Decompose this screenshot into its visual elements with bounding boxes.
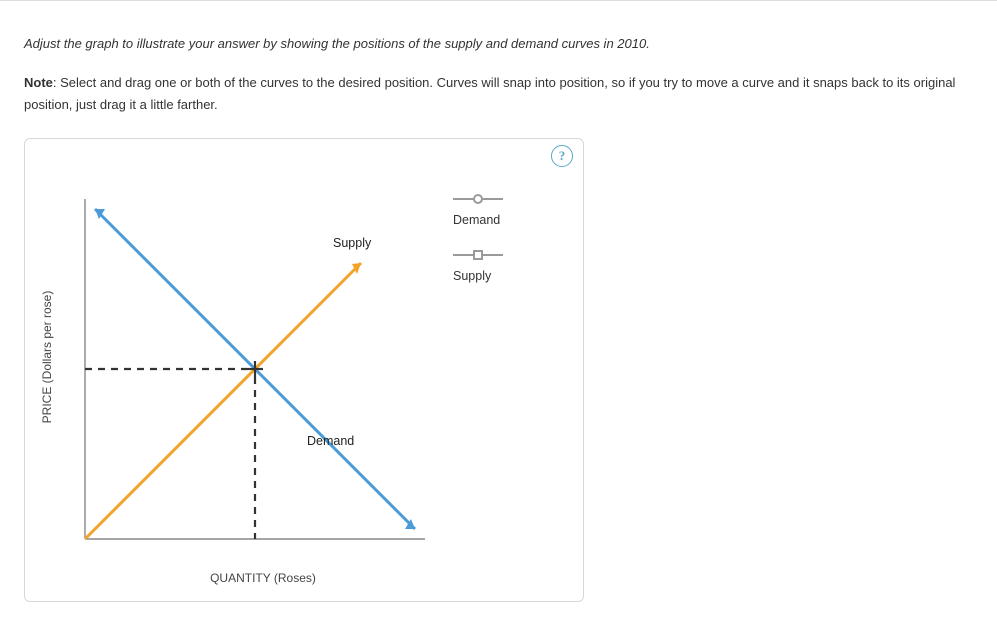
plot-area[interactable]: Supply Demand (65, 179, 435, 559)
legend-item-demand[interactable]: Demand (453, 193, 503, 227)
chart-area: PRICE (Dollars per rose) Supply (25, 173, 583, 589)
legend-demand-marker (453, 193, 503, 205)
y-axis-label-col: PRICE (Dollars per rose) (29, 179, 65, 585)
note-label: Note (24, 75, 53, 90)
y-axis-label: PRICE (Dollars per rose) (40, 291, 54, 424)
legend-item-supply[interactable]: Supply (453, 249, 503, 283)
instruction-text: Adjust the graph to illustrate your answ… (24, 34, 973, 54)
note-text: Note: Select and drag one or both of the… (24, 72, 973, 116)
legend: Demand Supply (435, 179, 503, 585)
demand-curve-label: Demand (307, 434, 354, 448)
help-button[interactable]: ? (551, 145, 573, 167)
note-body: : Select and drag one or both of the cur… (24, 75, 955, 112)
plot-column: Supply Demand QUANTITY (Rose (65, 179, 435, 585)
x-axis-label: QUANTITY (Roses) (65, 571, 435, 585)
chart-svg: Supply Demand (65, 179, 435, 559)
legend-supply-marker (453, 249, 503, 261)
legend-demand-label: Demand (453, 213, 503, 227)
panel-toolbar: ? (25, 139, 583, 173)
supply-curve[interactable] (85, 263, 361, 539)
legend-supply-label: Supply (453, 269, 503, 283)
supply-curve-label: Supply (333, 236, 372, 250)
graph-panel: ? PRICE (Dollars per rose) Supply (24, 138, 584, 602)
